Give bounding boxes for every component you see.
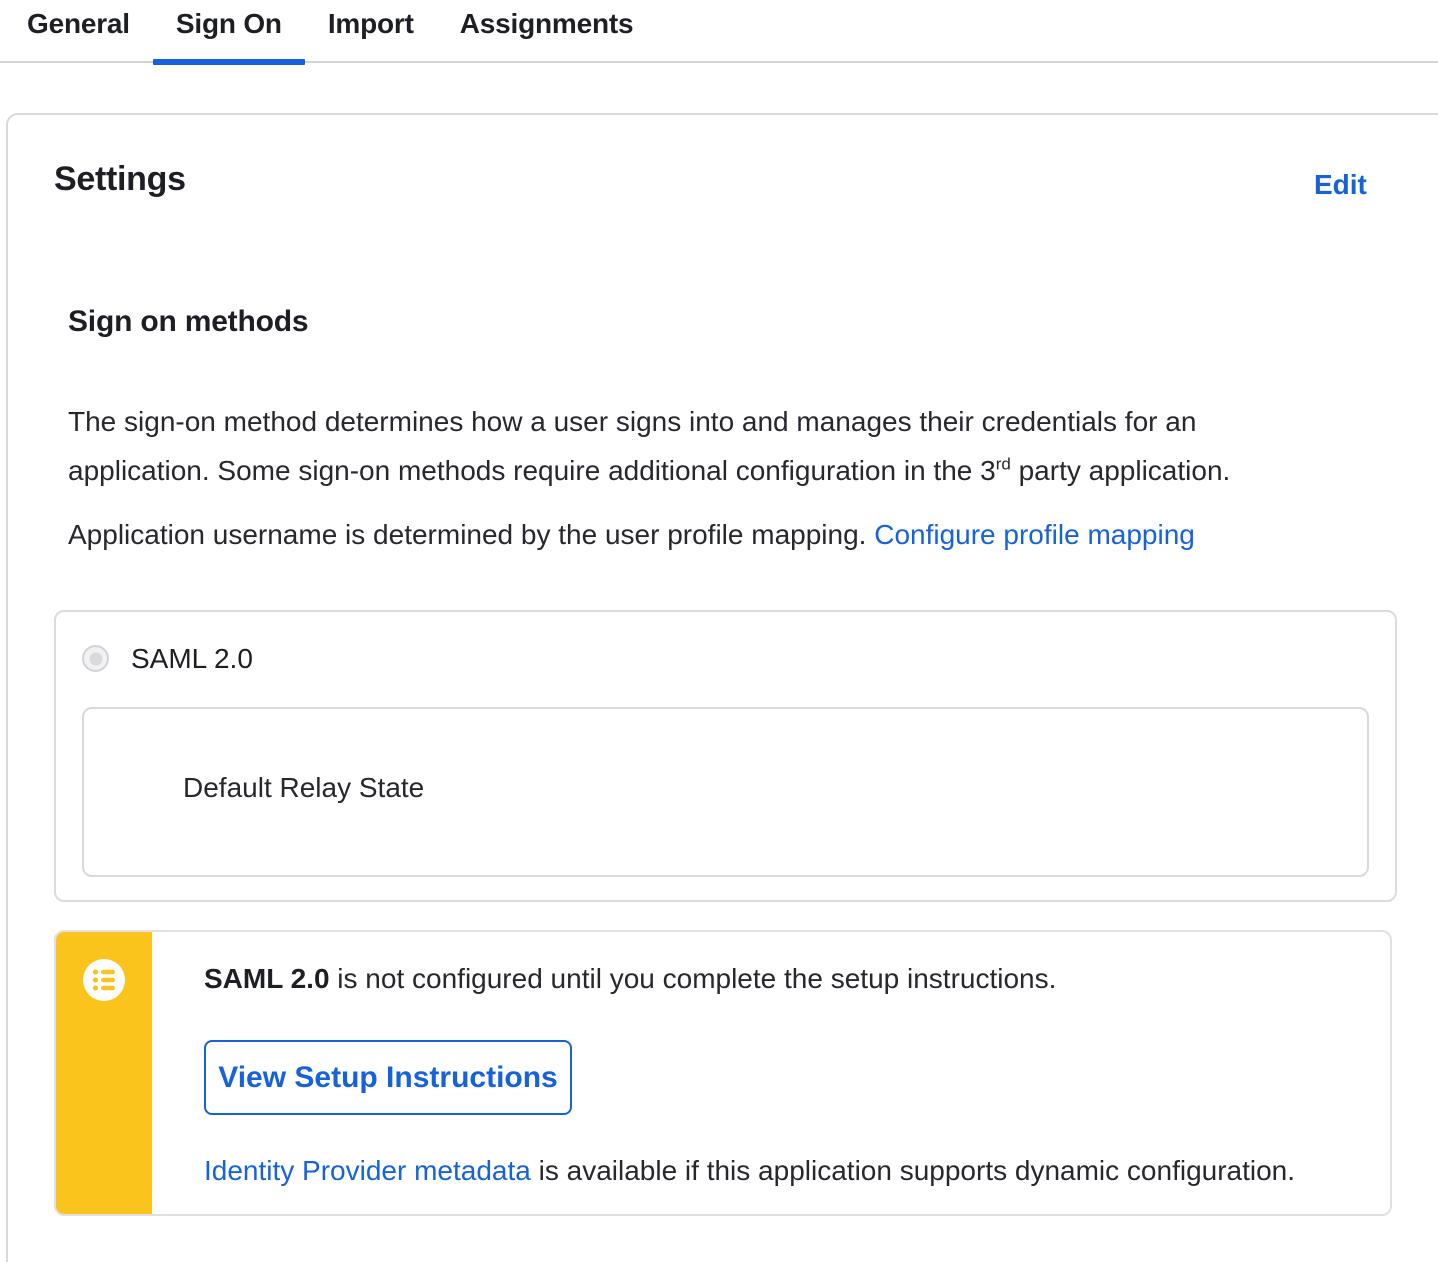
tab-general[interactable]: General xyxy=(4,0,153,63)
tab-sign-on-label: Sign On xyxy=(175,8,282,39)
sign-on-methods-heading: Sign on methods xyxy=(68,305,309,338)
tab-import-label: Import xyxy=(327,8,414,39)
callout-message: SAML 2.0 is not configured until you com… xyxy=(204,963,1057,994)
settings-title: Settings xyxy=(54,160,186,198)
settings-card: Settings Edit Sign on methods The sign-o… xyxy=(6,113,1438,1262)
tab-import[interactable]: Import xyxy=(305,0,437,63)
default-relay-state-label: Default Relay State xyxy=(183,772,425,803)
username-mapping-text: Application username is determined by th… xyxy=(68,519,1195,550)
identity-provider-metadata-link[interactable]: Identity Provider metadata xyxy=(204,1155,531,1186)
saml-radio-label: SAML 2.0 xyxy=(131,643,253,674)
tab-assignments[interactable]: Assignments xyxy=(437,0,657,63)
saml-method-box: SAML 2.0 Default Relay State xyxy=(54,610,1397,902)
view-setup-instructions-button[interactable]: View Setup Instructions xyxy=(204,1040,572,1115)
configure-profile-mapping-link[interactable]: Configure profile mapping xyxy=(874,519,1195,550)
tab-sign-on[interactable]: Sign On xyxy=(152,0,305,65)
radio-dot xyxy=(89,652,102,665)
tab-assignments-label: Assignments xyxy=(459,8,634,39)
saml-radio-button[interactable] xyxy=(82,645,109,672)
sign-on-method-description: The sign-on method determines how a user… xyxy=(68,397,1328,495)
tab-general-label: General xyxy=(27,8,130,39)
default-relay-state-box: Default Relay State xyxy=(82,707,1369,877)
metadata-availability-text: Identity Provider metadata is available … xyxy=(204,1155,1296,1186)
saml-not-configured-callout: SAML 2.0 is not configured until you com… xyxy=(54,930,1392,1216)
active-tab-indicator xyxy=(152,59,305,65)
callout-message-strong: SAML 2.0 xyxy=(204,963,330,994)
app-tab-bar: General Sign On Import Assignments xyxy=(0,0,1438,65)
edit-link[interactable]: Edit xyxy=(1314,169,1367,201)
list-icon xyxy=(83,959,125,1001)
description-line-2: application. Some sign-on methods requir… xyxy=(68,454,1231,486)
description-line-1: The sign-on method determines how a user… xyxy=(68,406,1197,437)
app-sign-on-page: General Sign On Import Assignments Setti… xyxy=(0,0,1438,1262)
ordinal-superscript: rd xyxy=(995,454,1011,474)
